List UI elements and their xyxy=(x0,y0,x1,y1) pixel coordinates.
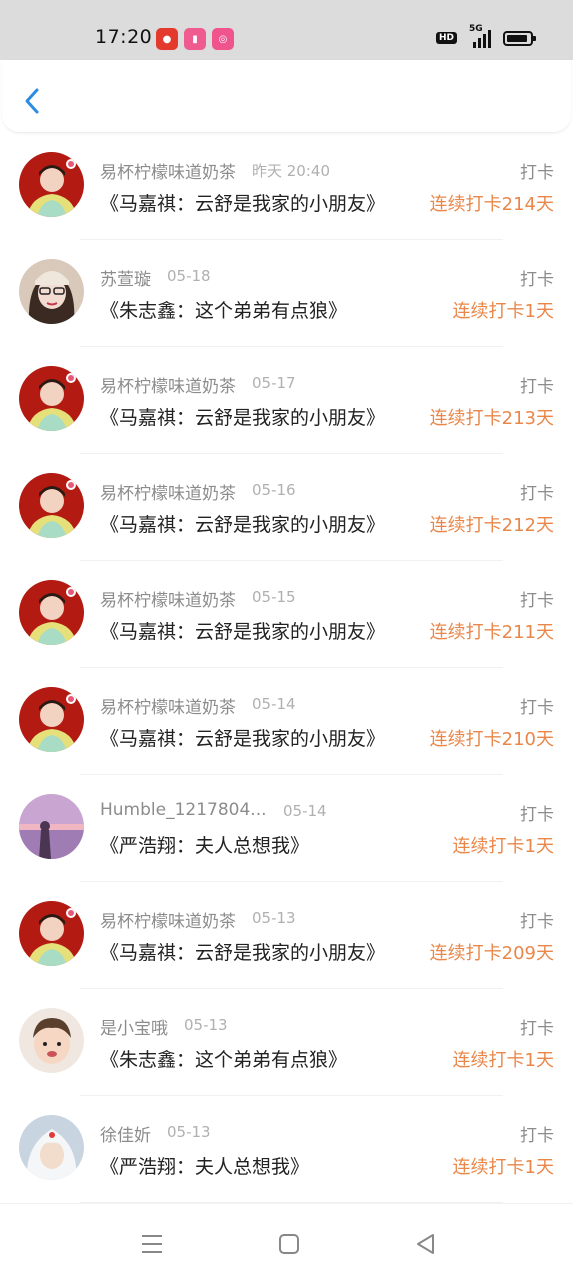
username[interactable]: 是小宝哦 xyxy=(100,1014,168,1039)
checkin-date: 05-17 xyxy=(252,374,296,392)
book-title[interactable]: 《马嘉祺：云舒是我家的小朋友》 xyxy=(100,510,385,537)
checkin-date: 05-18 xyxy=(167,267,211,285)
checkin-date: 昨天 20:40 xyxy=(252,162,330,180)
checkin-row[interactable]: 易杯柠檬味道奶茶 05-17 打卡《马嘉祺：云舒是我家的小朋友》 连续打卡213天 xyxy=(0,347,573,454)
checkin-tag: 打卡 xyxy=(520,270,554,290)
streak-label: 连续打卡210天 xyxy=(429,729,554,750)
checkin-date: 05-14 xyxy=(283,802,327,820)
username[interactable]: 易杯柠檬味道奶茶 xyxy=(100,693,236,718)
username[interactable]: 易杯柠檬味道奶茶 xyxy=(100,586,236,611)
status-time: 17:20 xyxy=(95,26,153,48)
battery-icon xyxy=(503,30,536,46)
checkin-row[interactable]: 苏萱璇 05-18 打卡《朱志鑫：这个弟弟有点狼》 连续打卡1天 xyxy=(0,240,573,347)
book-title[interactable]: 《马嘉祺：云舒是我家的小朋友》 xyxy=(100,189,385,216)
streak-label: 连续打卡209天 xyxy=(429,943,554,964)
user-avatar[interactable] xyxy=(19,901,84,966)
user-avatar[interactable] xyxy=(19,1115,84,1180)
checkin-date: 05-13 xyxy=(184,1016,228,1034)
user-avatar[interactable] xyxy=(19,1008,84,1073)
checkin-tag: 打卡 xyxy=(520,591,554,611)
book-title[interactable]: 《朱志鑫：这个弟弟有点狼》 xyxy=(100,1045,347,1072)
book-title[interactable]: 《马嘉祺：云舒是我家的小朋友》 xyxy=(100,724,385,751)
streak-label: 连续打卡212天 xyxy=(429,515,554,536)
username[interactable]: 易杯柠檬味道奶茶 xyxy=(100,907,236,932)
nav-back-button[interactable] xyxy=(413,1232,439,1256)
streak-label: 连续打卡1天 xyxy=(452,301,554,322)
checkin-date: 05-16 xyxy=(252,481,296,499)
notification-icons: ● ▮ ◎ xyxy=(156,28,234,50)
user-avatar[interactable] xyxy=(19,152,84,217)
book-title[interactable]: 《朱志鑫：这个弟弟有点狼》 xyxy=(100,296,347,323)
user-avatar[interactable] xyxy=(19,794,84,859)
streak-label: 连续打卡1天 xyxy=(452,1050,554,1071)
book-title[interactable]: 《马嘉祺：云舒是我家的小朋友》 xyxy=(100,938,385,965)
chevron-left-icon xyxy=(25,88,39,114)
streak-label: 连续打卡1天 xyxy=(452,836,554,857)
checkin-date: 05-13 xyxy=(167,1123,211,1141)
user-avatar[interactable] xyxy=(19,259,84,324)
status-indicators: HD 5G xyxy=(435,24,536,48)
streak-label: 连续打卡1天 xyxy=(452,1157,554,1178)
system-nav-bar xyxy=(0,1203,573,1281)
user-avatar[interactable] xyxy=(19,473,84,538)
home-square-icon xyxy=(279,1234,299,1254)
book-title[interactable]: 《严浩翔：夫人总想我》 xyxy=(100,1152,309,1179)
hd-badge: HD xyxy=(435,32,457,44)
user-avatar[interactable] xyxy=(19,580,84,645)
page-header xyxy=(2,60,571,133)
book-title[interactable]: 《马嘉祺：云舒是我家的小朋友》 xyxy=(100,617,385,644)
menu-icon xyxy=(142,1235,162,1253)
username[interactable]: 易杯柠檬味道奶茶 xyxy=(100,372,236,397)
checkin-tag: 打卡 xyxy=(520,163,554,183)
book-title[interactable]: 《马嘉祺：云舒是我家的小朋友》 xyxy=(100,403,385,430)
checkin-row[interactable]: Humble_1217804... 05-14 打卡《严浩翔：夫人总想我》 连续打卡1… xyxy=(0,775,573,882)
user-avatar[interactable] xyxy=(19,366,84,431)
checkin-date: 05-14 xyxy=(252,695,296,713)
video-app-icon: ▮ xyxy=(184,28,206,50)
checkin-date: 05-13 xyxy=(252,909,296,927)
checkin-tag: 打卡 xyxy=(520,377,554,397)
checkin-row[interactable]: 易杯柠檬味道奶茶 05-14 打卡《马嘉祺：云舒是我家的小朋友》 连续打卡210天 xyxy=(0,668,573,775)
streak-label: 连续打卡214天 xyxy=(429,194,554,215)
checkin-row[interactable]: 易杯柠檬味道奶茶 05-16 打卡《马嘉祺：云舒是我家的小朋友》 连续打卡212天 xyxy=(0,454,573,561)
home-button[interactable] xyxy=(276,1232,302,1256)
back-triangle-icon xyxy=(417,1234,434,1254)
news-app-icon: ● xyxy=(156,28,178,50)
status-bar: 17:20 ● ▮ ◎ HD 5G xyxy=(0,0,573,60)
username[interactable]: 易杯柠檬味道奶茶 xyxy=(100,158,236,183)
checkin-list: 易杯柠檬味道奶茶 昨天 20:40 打卡 《马嘉祺：云舒是我家的小朋友》 连续打卡214… xyxy=(0,133,573,1203)
streak-label: 连续打卡213天 xyxy=(429,408,554,429)
checkin-tag: 打卡 xyxy=(520,698,554,718)
username[interactable]: 苏萱璇 xyxy=(100,265,151,290)
signal-icon: 5G xyxy=(465,24,495,48)
menu-button[interactable] xyxy=(139,1232,165,1256)
username[interactable]: Humble_1217804... xyxy=(100,800,267,820)
user-avatar[interactable] xyxy=(19,687,84,752)
shop-app-icon: ◎ xyxy=(212,28,234,50)
checkin-tag: 打卡 xyxy=(520,484,554,504)
checkin-tag: 打卡 xyxy=(520,912,554,932)
streak-label: 连续打卡211天 xyxy=(429,622,554,643)
checkin-tag: 打卡 xyxy=(520,1019,554,1039)
checkin-date: 05-15 xyxy=(252,588,296,606)
checkin-row[interactable]: 易杯柠檬味道奶茶 05-15 打卡《马嘉祺：云舒是我家的小朋友》 连续打卡211天 xyxy=(0,561,573,668)
username[interactable]: 徐佳妡 xyxy=(100,1121,151,1146)
username[interactable]: 易杯柠檬味道奶茶 xyxy=(100,479,236,504)
checkin-tag: 打卡 xyxy=(520,805,554,825)
checkin-row[interactable]: 易杯柠檬味道奶茶 05-13 打卡《马嘉祺：云舒是我家的小朋友》 连续打卡209天 xyxy=(0,882,573,989)
book-title[interactable]: 《严浩翔：夫人总想我》 xyxy=(100,831,309,858)
checkin-row[interactable]: 徐佳妡 05-13 打卡《严浩翔：夫人总想我》 连续打卡1天 xyxy=(0,1096,573,1203)
checkin-row[interactable]: 是小宝哦 05-13 打卡《朱志鑫：这个弟弟有点狼》 连续打卡1天 xyxy=(0,989,573,1096)
checkin-tag: 打卡 xyxy=(520,1126,554,1146)
checkin-row[interactable]: 易杯柠檬味道奶茶 昨天 20:40 打卡《马嘉祺：云舒是我家的小朋友》 连续打卡214… xyxy=(0,133,573,240)
back-button[interactable] xyxy=(18,86,48,116)
